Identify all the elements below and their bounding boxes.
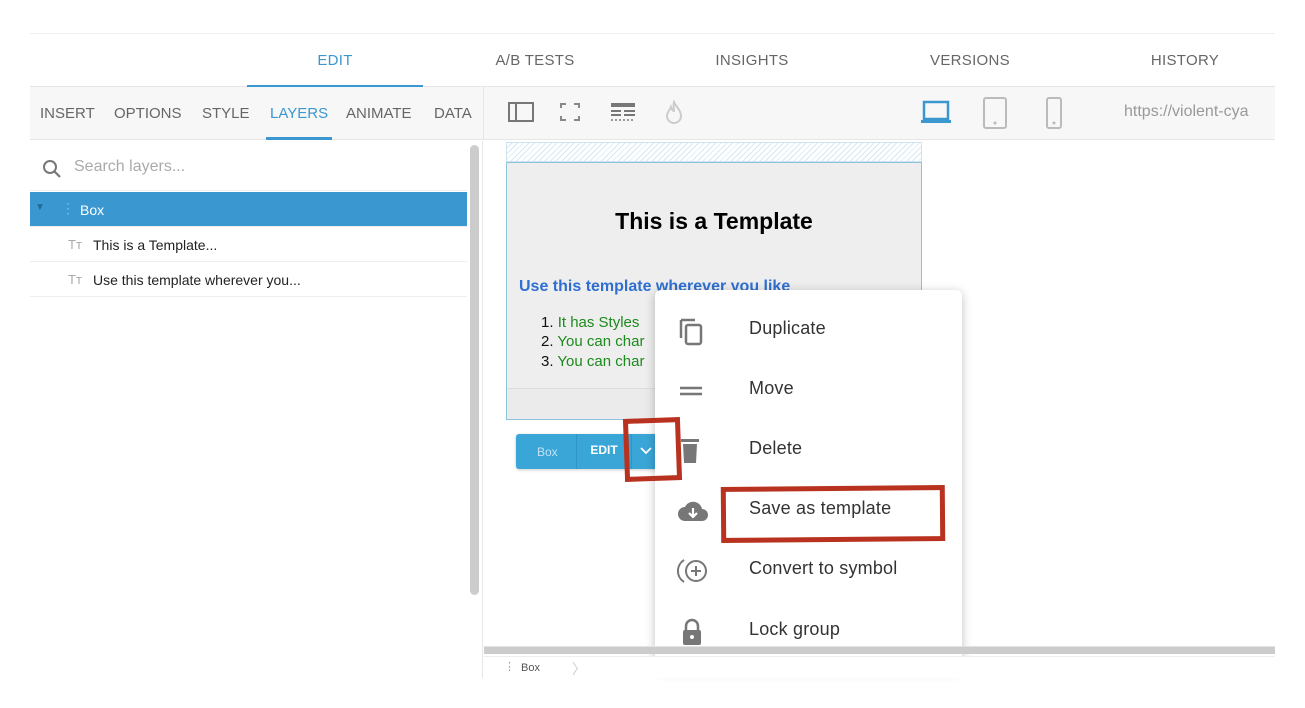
- laptop-icon[interactable]: [920, 100, 952, 126]
- canvas-toolbar: https://violent-cya: [483, 87, 1275, 140]
- tab-history[interactable]: HISTORY: [1125, 34, 1245, 88]
- list-text: It has Styles: [557, 314, 640, 331]
- chevron-down-icon[interactable]: [639, 446, 653, 456]
- list-item: 3. You can char: [541, 353, 644, 370]
- layer-label: This is a Template...: [93, 237, 218, 253]
- edit-button[interactable]: EDIT: [576, 434, 632, 469]
- list-text: You can char: [557, 333, 645, 350]
- layers-scrollbar[interactable]: [470, 145, 479, 595]
- padding-guide: [506, 142, 922, 162]
- menu-label: Delete: [749, 438, 803, 458]
- list-number: 1.: [541, 314, 554, 331]
- layer-item-text[interactable]: Tт This is a Template...: [30, 227, 467, 262]
- search-placeholder: Search layers...: [74, 158, 186, 175]
- tab-insights[interactable]: INSIGHTS: [692, 34, 812, 88]
- element-action-bar: Box EDIT: [516, 434, 660, 469]
- grid-layout-icon[interactable]: [610, 100, 636, 124]
- tab-edit[interactable]: EDIT: [247, 34, 423, 88]
- drag-handle-icon[interactable]: ⋮: [61, 200, 75, 217]
- canvas-horizontal-scrollbar[interactable]: [484, 646, 1275, 654]
- top-tab-bar: EDIT A/B TESTS INSIGHTS VERSIONS HISTORY: [30, 33, 1275, 88]
- tab-data[interactable]: DATA: [434, 87, 472, 140]
- add-symbol-icon: [677, 559, 707, 583]
- lock-icon: [683, 618, 701, 645]
- panel-tab-bar: INSERT OPTIONS STYLE LAYERS ANIMATE DATA: [30, 87, 483, 140]
- sidebar-toggle-icon[interactable]: [508, 100, 534, 124]
- menu-item-save-as-template[interactable]: Save as template: [655, 484, 962, 534]
- menu-label: Lock group: [749, 619, 841, 639]
- breadcrumb-separator-icon: 〉: [572, 661, 586, 677]
- layer-label: Box: [80, 202, 105, 218]
- copy-icon: [679, 318, 703, 346]
- text-type-icon: Tт: [68, 237, 82, 252]
- search-icon: [43, 160, 61, 178]
- tablet-icon[interactable]: [982, 97, 1008, 129]
- context-menu: Duplicate Move Delete Save as template C…: [655, 290, 962, 670]
- expand-arrow-icon[interactable]: ▼: [35, 202, 45, 213]
- breadcrumb: ⋮ Box 〉: [484, 656, 1275, 678]
- flame-icon[interactable]: [664, 100, 684, 126]
- menu-label: Move: [749, 378, 794, 398]
- tab-options[interactable]: OPTIONS: [114, 87, 182, 140]
- drag-handle-icon: ⋮: [504, 661, 515, 673]
- tab-layers[interactable]: LAYERS: [265, 87, 333, 140]
- list-item: 1. It has Styles: [541, 314, 639, 331]
- phone-icon[interactable]: [1046, 97, 1062, 129]
- trash-icon: [681, 439, 699, 463]
- layer-item-text[interactable]: Tт Use this template wherever you...: [30, 262, 467, 297]
- menu-item-move[interactable]: Move: [655, 364, 962, 414]
- layer-label: Use this template wherever you...: [93, 272, 301, 288]
- list-text: You can char: [557, 353, 645, 370]
- layer-item-box[interactable]: ▼ ⋮ Box: [30, 192, 467, 227]
- menu-label: Convert to symbol: [749, 558, 898, 578]
- template-title[interactable]: This is a Template: [506, 208, 922, 235]
- cloud-download-icon: [678, 501, 708, 521]
- list-number: 2.: [541, 333, 554, 350]
- search-layers-input[interactable]: Search layers...: [30, 145, 467, 191]
- menu-label: Duplicate: [749, 318, 826, 338]
- fullscreen-icon[interactable]: [560, 100, 580, 124]
- text-type-icon: Tт: [68, 272, 82, 287]
- tab-versions[interactable]: VERSIONS: [910, 34, 1030, 88]
- list-item: 2. You can char: [541, 333, 644, 350]
- element-name: Box: [537, 445, 558, 459]
- drag-handle-icon: [680, 386, 702, 396]
- menu-item-convert-to-symbol[interactable]: Convert to symbol: [655, 544, 962, 594]
- tab-ab-tests[interactable]: A/B TESTS: [475, 34, 595, 88]
- menu-item-duplicate[interactable]: Duplicate: [655, 304, 962, 354]
- preview-url[interactable]: https://violent-cya: [1124, 103, 1249, 121]
- breadcrumb-item-box[interactable]: Box: [521, 662, 540, 674]
- tab-style[interactable]: STYLE: [202, 87, 250, 140]
- list-number: 3.: [541, 353, 554, 370]
- tab-animate[interactable]: ANIMATE: [346, 87, 412, 140]
- menu-item-delete[interactable]: Delete: [655, 424, 962, 474]
- tab-insert[interactable]: INSERT: [40, 87, 95, 140]
- layers-panel: Search layers... ▼ ⋮ Box Tт This is a Te…: [30, 141, 483, 678]
- menu-label: Save as template: [749, 498, 892, 518]
